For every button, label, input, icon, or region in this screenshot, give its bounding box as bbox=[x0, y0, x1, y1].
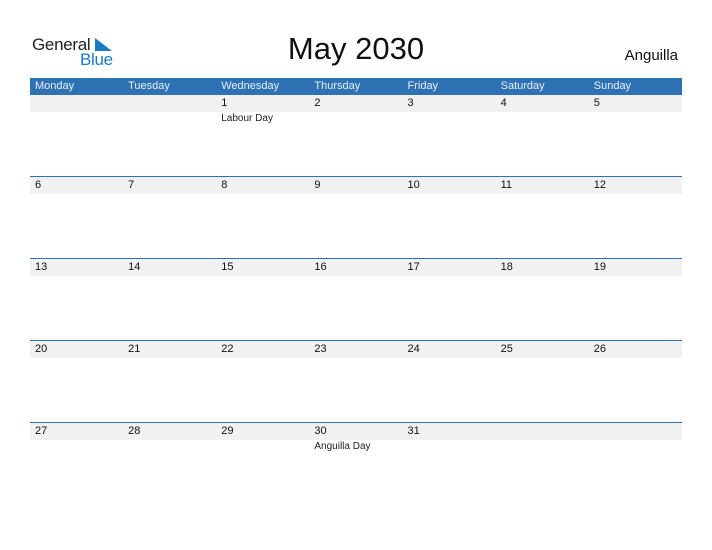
day-number: 26 bbox=[593, 343, 606, 355]
day-number-bar: 1 2 3 4 5 bbox=[30, 95, 682, 112]
holiday-label bbox=[403, 440, 496, 453]
day-number: 6 bbox=[35, 179, 42, 191]
holiday-label: Labour Day bbox=[221, 113, 273, 124]
weekday-header: Monday Tuesday Wednesday Thursday Friday… bbox=[30, 78, 682, 95]
holiday-label bbox=[30, 112, 123, 125]
day-number: 11 bbox=[500, 179, 513, 191]
day-number: 21 bbox=[128, 343, 141, 355]
weekday-friday: Friday bbox=[407, 80, 439, 92]
holiday-label bbox=[589, 112, 682, 125]
day-number: 27 bbox=[35, 425, 48, 437]
day-number: 3 bbox=[407, 97, 414, 109]
holiday-label bbox=[30, 440, 123, 453]
day-number: 15 bbox=[221, 261, 234, 273]
day-number-bar: 27 28 29 30 31 bbox=[30, 423, 682, 440]
weekday-monday: Monday bbox=[35, 80, 75, 92]
day-number: 19 bbox=[593, 261, 606, 273]
page-title: May 2030 bbox=[287, 31, 425, 66]
day-number: 22 bbox=[221, 343, 234, 355]
calendar-grid: Monday Tuesday Wednesday Thursday Friday… bbox=[30, 78, 682, 504]
day-number: 14 bbox=[128, 261, 141, 273]
day-number: 10 bbox=[407, 179, 420, 191]
holiday-label bbox=[496, 112, 589, 125]
day-number: 20 bbox=[35, 343, 48, 355]
day-number bbox=[496, 423, 589, 440]
weekday-saturday: Saturday bbox=[500, 80, 545, 92]
weekday-sunday: Sunday bbox=[593, 80, 632, 92]
day-number: 9 bbox=[314, 179, 321, 191]
holiday-label bbox=[589, 440, 682, 453]
day-number: 7 bbox=[128, 179, 135, 191]
holiday-label bbox=[216, 440, 309, 453]
events-row: Labour Day bbox=[30, 112, 682, 125]
week-row: 6 7 8 9 10 11 12 bbox=[30, 176, 682, 258]
day-number bbox=[123, 95, 216, 112]
day-number: 28 bbox=[128, 425, 141, 437]
week-row: 13 14 15 16 17 18 19 bbox=[30, 258, 682, 340]
day-number: 13 bbox=[35, 261, 48, 273]
holiday-label bbox=[496, 440, 589, 453]
day-number-bar: 13 14 15 16 17 18 19 bbox=[30, 259, 682, 276]
day-number: 1 bbox=[221, 97, 228, 109]
holiday-label bbox=[309, 112, 402, 125]
day-number-bar: 6 7 8 9 10 11 12 bbox=[30, 177, 682, 194]
day-number: 5 bbox=[593, 97, 600, 109]
weekday-thursday: Thursday bbox=[314, 80, 361, 92]
day-number: 23 bbox=[314, 343, 327, 355]
day-number: 12 bbox=[593, 179, 606, 191]
day-number: 24 bbox=[407, 343, 420, 355]
day-number bbox=[30, 95, 123, 112]
day-number bbox=[589, 423, 682, 440]
weekday-wednesday: Wednesday bbox=[221, 80, 280, 92]
day-number: 2 bbox=[314, 97, 321, 109]
day-number: 18 bbox=[500, 261, 513, 273]
day-number: 8 bbox=[221, 179, 228, 191]
day-number: 4 bbox=[500, 97, 507, 109]
holiday-label bbox=[123, 440, 216, 453]
country-label: Anguilla bbox=[624, 47, 678, 64]
day-number-bar: 20 21 22 23 24 25 26 bbox=[30, 341, 682, 358]
day-number: 29 bbox=[221, 425, 234, 437]
day-number: 25 bbox=[500, 343, 513, 355]
day-number: 16 bbox=[314, 261, 327, 273]
events-row: Anguilla Day bbox=[30, 440, 682, 453]
holiday-label: Anguilla Day bbox=[314, 441, 371, 452]
day-number: 31 bbox=[407, 425, 420, 437]
holiday-label bbox=[123, 112, 216, 125]
weekday-tuesday: Tuesday bbox=[128, 80, 170, 92]
day-number: 30 bbox=[314, 425, 327, 437]
day-number: 17 bbox=[407, 261, 420, 273]
week-row: 27 28 29 30 31 Anguilla Day bbox=[30, 422, 682, 504]
week-row: 20 21 22 23 24 25 26 bbox=[30, 340, 682, 422]
holiday-label bbox=[403, 112, 496, 125]
week-row: 1 2 3 4 5 Labour Day bbox=[30, 95, 682, 176]
